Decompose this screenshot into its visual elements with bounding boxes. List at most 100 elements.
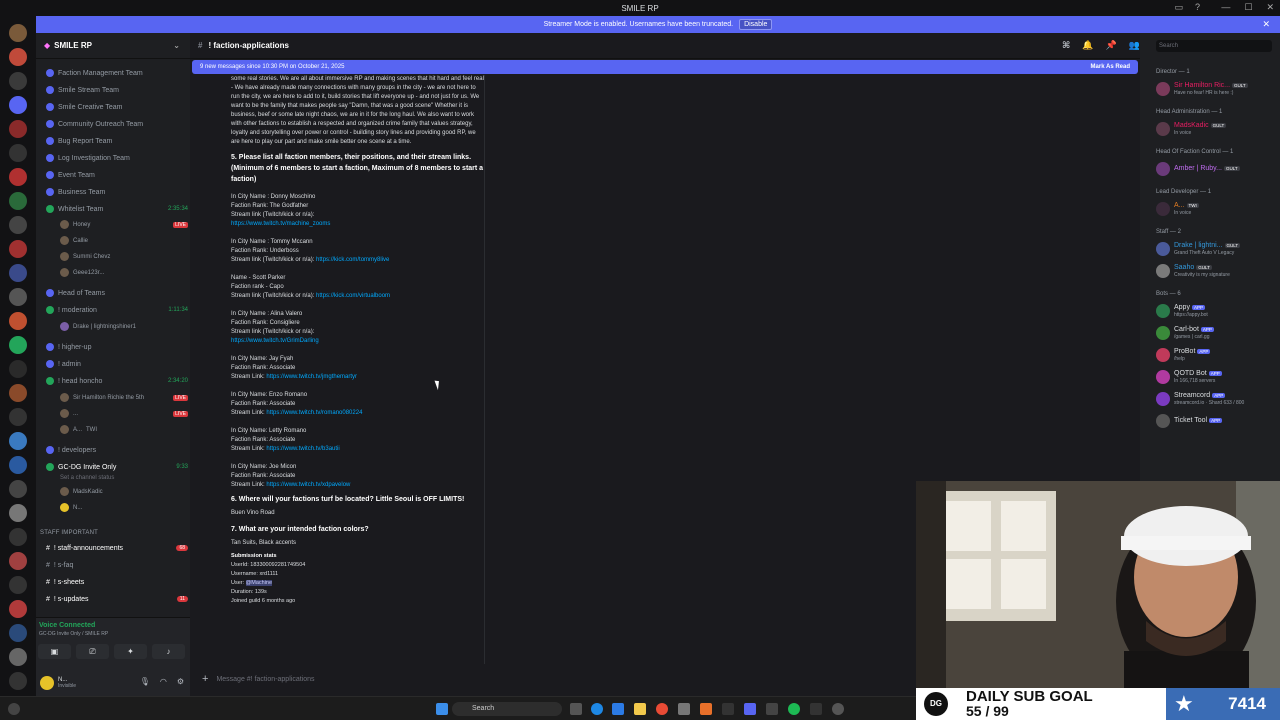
close-icon[interactable]: ✕ — [1262, 19, 1270, 30]
stream-link[interactable]: https://www.twitch.tv/machine_zooms — [231, 220, 485, 229]
member-item[interactable]: Streamcord APP streamcord.io · Shard 633 /… — [1156, 389, 1278, 409]
spotify-icon[interactable] — [788, 703, 800, 715]
minimize-button[interactable]: — — [1221, 2, 1230, 13]
channel-item[interactable]: Smile Stream Team — [46, 83, 188, 97]
app-icon[interactable] — [810, 703, 822, 715]
server-icon[interactable] — [9, 624, 27, 642]
channel-item[interactable]: Bug Report Team — [46, 134, 188, 148]
server-icon[interactable] — [9, 528, 27, 546]
channel-item[interactable]: Business Team — [46, 185, 188, 199]
server-icon[interactable] — [9, 216, 27, 234]
windows-start-icon[interactable] — [436, 703, 448, 715]
weather-icon[interactable] — [8, 703, 20, 715]
mic-icon[interactable]: 🎙 — [140, 677, 150, 686]
voice-user[interactable]: ... LIVE — [60, 407, 188, 420]
add-attachment-icon[interactable]: + — [202, 673, 208, 685]
close-button[interactable]: ✕ — [1266, 2, 1274, 13]
channel-item[interactable]: Head of Teams — [46, 286, 188, 300]
voice-user[interactable]: Drake | lightningshiner1 — [60, 320, 188, 333]
message-input[interactable]: Message #! faction-applications — [216, 676, 314, 683]
app-icon[interactable] — [766, 703, 778, 715]
member-item[interactable]: A... TWI In voice — [1156, 199, 1278, 219]
server-icon[interactable] — [9, 576, 27, 594]
mark-as-read-button[interactable]: Mark As Read — [1091, 64, 1130, 70]
server-icon[interactable] — [9, 240, 27, 258]
member-item[interactable]: Carl-bot APP/games | carl.gg — [1156, 323, 1278, 343]
server-icon[interactable] — [9, 504, 27, 522]
screenshare-button[interactable]: ⎚ — [76, 644, 109, 659]
member-item[interactable]: MadsKadic GULT In voice — [1156, 119, 1278, 139]
settings-gear-icon[interactable]: ⚙ — [177, 677, 184, 686]
channel-item[interactable]: Smile Creative Team — [46, 100, 188, 114]
stream-link[interactable]: https://www.twitch.tv/jmgthemartyr — [266, 374, 357, 380]
voice-user[interactable]: MadsKadic — [60, 485, 188, 498]
camera-button[interactable]: ▣ — [38, 644, 71, 659]
voice-user[interactable]: Sir Hamilton Richie the 5th LIVE — [60, 391, 188, 404]
help-icon[interactable]: ? — [1195, 2, 1200, 13]
server-icon[interactable] — [9, 168, 27, 186]
disable-streamer-mode-button[interactable]: Disable — [739, 19, 773, 30]
stream-link[interactable]: https://www.twitch.tv/GrimDarling — [231, 337, 485, 346]
channel-item[interactable]: #! staff-announcements 68 — [46, 541, 188, 555]
member-item[interactable]: ProBot APP/help — [1156, 345, 1278, 365]
member-item[interactable]: Ticket Tool APP — [1156, 411, 1278, 431]
channel-status[interactable]: Set a channel status — [60, 471, 188, 484]
channel-item[interactable]: #! s-faq — [46, 558, 188, 572]
server-icon[interactable] — [9, 264, 27, 282]
channel-item[interactable]: Event Team — [46, 168, 188, 182]
channel-item[interactable]: ! higher-up — [46, 340, 188, 354]
server-icon[interactable] — [9, 48, 27, 66]
channel-item[interactable]: #! s-sheets — [46, 575, 188, 589]
server-icon[interactable] — [9, 384, 27, 402]
store-icon[interactable] — [612, 703, 624, 715]
server-icon[interactable] — [9, 408, 27, 426]
channel-item[interactable]: ! admin — [46, 357, 188, 371]
server-icon[interactable] — [9, 24, 27, 42]
inbox-icon[interactable]: ▭ — [1174, 2, 1183, 13]
maximize-button[interactable]: ☐ — [1244, 2, 1252, 13]
voice-user[interactable]: N... — [60, 501, 188, 514]
app-icon[interactable] — [700, 703, 712, 715]
pin-icon[interactable]: 📌 — [1106, 40, 1117, 51]
file-explorer-icon[interactable] — [634, 703, 646, 715]
server-icon[interactable] — [9, 192, 27, 210]
stream-link[interactable]: https://kick.com/virtualboom — [316, 293, 390, 299]
stream-link[interactable]: https://www.twitch.tv/b3autii — [266, 446, 339, 452]
chrome-icon[interactable] — [656, 703, 668, 715]
server-icon[interactable] — [9, 648, 27, 666]
new-messages-bar[interactable]: 9 new messages since 10:30 PM on October… — [192, 60, 1138, 74]
member-item[interactable]: Saaho GULT Creativity is my signature — [1156, 261, 1278, 281]
server-icon[interactable] — [9, 480, 27, 498]
channel-item[interactable]: Log Investigation Team — [46, 151, 188, 165]
edge-icon[interactable] — [591, 703, 603, 715]
threads-icon[interactable]: ⌘ — [1062, 40, 1070, 51]
member-item[interactable]: Amber | Ruby... GULT — [1156, 159, 1278, 179]
channel-item-whitelist[interactable]: Whitelist Team 2:35:34 — [46, 202, 188, 216]
channel-item[interactable]: Community Outreach Team — [46, 117, 188, 131]
member-list-icon[interactable]: 👥 — [1129, 40, 1140, 51]
message-composer[interactable]: + Message #! faction-applications — [194, 668, 914, 690]
taskbar-search[interactable]: Search — [452, 702, 562, 716]
channel-item-head-honcho[interactable]: ! head honcho 2:34:20 — [46, 374, 188, 388]
soundboard-button[interactable]: ♪ — [152, 644, 185, 659]
stream-link[interactable]: https://www.twitch.tv/xdpavelow — [266, 482, 350, 488]
server-icon[interactable] — [9, 312, 27, 330]
server-icon[interactable] — [9, 456, 27, 474]
activities-button[interactable]: ✦ — [114, 644, 147, 659]
discord-icon[interactable] — [744, 703, 756, 715]
server-icon[interactable] — [9, 336, 27, 354]
server-icon[interactable] — [9, 288, 27, 306]
stream-link[interactable]: https://www.twitch.tv/romano080224 — [266, 410, 362, 416]
server-icon[interactable] — [9, 120, 27, 138]
app-icon[interactable] — [722, 703, 734, 715]
member-item[interactable]: Appy APP https://appy.bot — [1156, 301, 1278, 321]
server-icon[interactable] — [9, 600, 27, 618]
voice-user[interactable]: Honey LIVE — [60, 218, 188, 231]
server-icon[interactable] — [9, 432, 27, 450]
server-icon[interactable] — [9, 144, 27, 162]
search-input[interactable]: Search — [1156, 40, 1272, 52]
notifications-icon[interactable]: 🔔 — [1082, 40, 1093, 51]
app-icon[interactable] — [678, 703, 690, 715]
voice-user[interactable]: A... TWI — [60, 423, 188, 436]
server-icon[interactable] — [9, 672, 27, 690]
